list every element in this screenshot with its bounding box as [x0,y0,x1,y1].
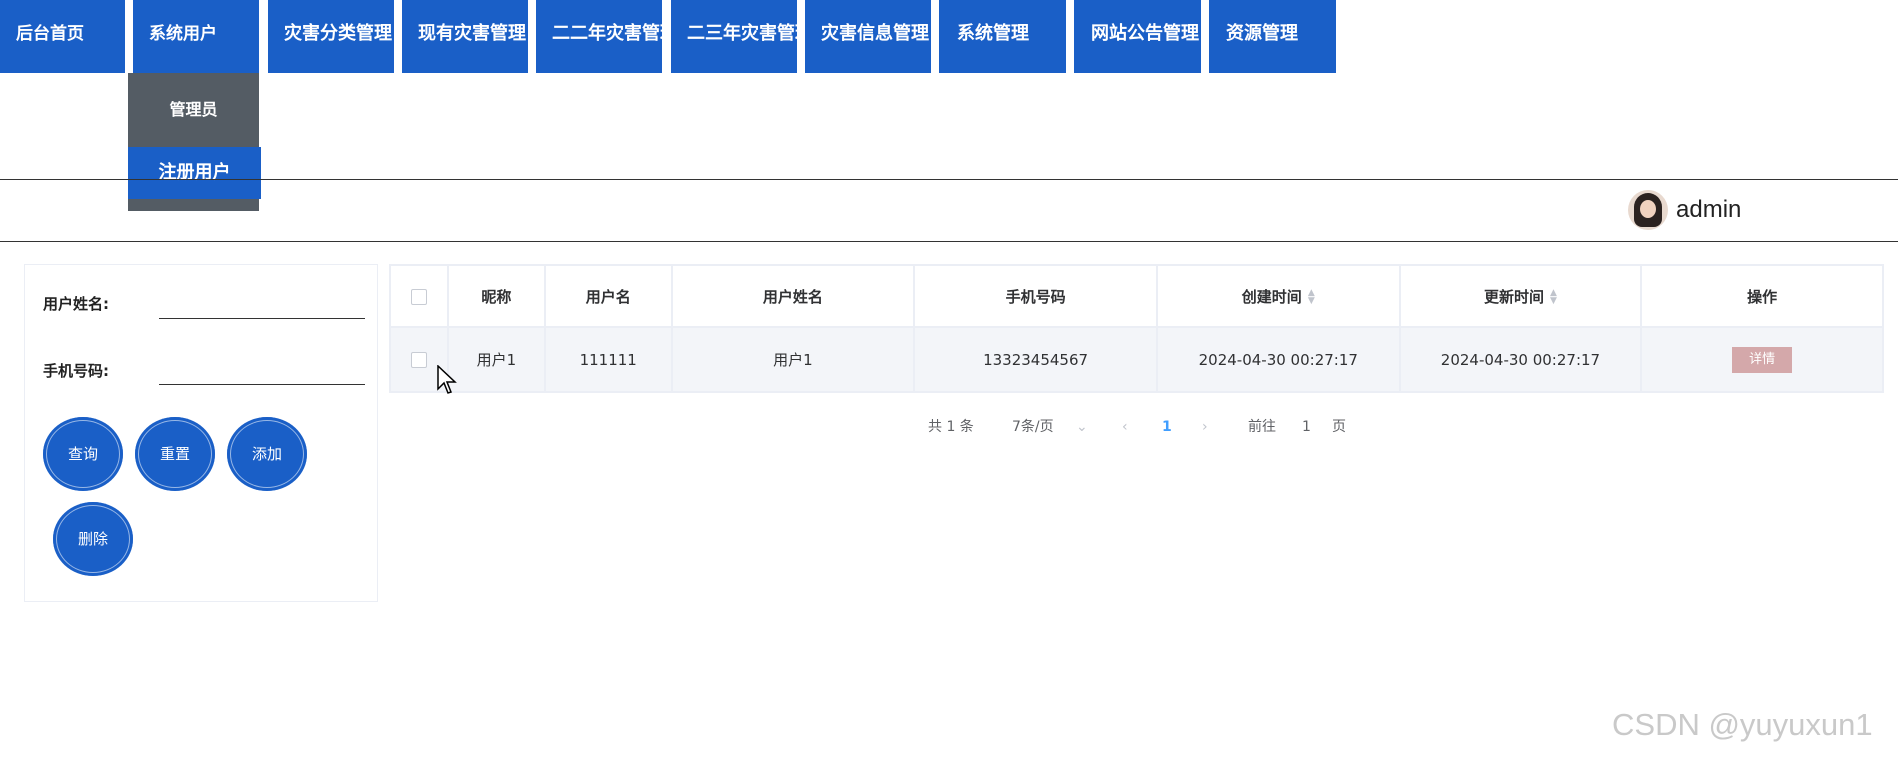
pagination-total: 共 1 条 [928,419,974,435]
dropdown-item-admin[interactable]: 管理员 [128,73,259,147]
header-bottom-divider [0,241,1898,242]
column-header-action: 操作 [1640,264,1884,328]
page-number-current[interactable]: 1 [1162,416,1172,438]
sort-caret-icon[interactable]: ▲ ▼ [1550,289,1557,306]
cell-username: 111111 [543,326,673,393]
cell-created: 2024-04-30 00:27:17 [1155,326,1401,393]
watermark: CSDN @yuyuxun1 [1612,707,1873,742]
next-page-icon[interactable]: › [1202,416,1208,438]
goto-page-input[interactable]: 1 [1302,416,1311,438]
nav-item-2023-disaster[interactable]: 二三年灾害管理 [671,0,797,73]
reset-button[interactable]: 重置 [135,417,215,491]
nav-item-system-manage[interactable]: 系统管理 [939,0,1066,73]
search-panel: 用户姓名: 手机号码: 查询 重置 添加 删除 [24,264,378,602]
add-button[interactable]: 添加 [227,417,307,491]
nav-item-resources[interactable]: 资源管理 [1209,0,1336,73]
detail-button[interactable]: 详情 [1732,346,1793,373]
chevron-down-icon[interactable]: ⌄ [1076,416,1088,438]
column-header-realname: 用户姓名 [670,264,916,328]
nav-item-announcements[interactable]: 网站公告管理 [1074,0,1201,73]
table-header-row: 昵称 用户名 用户姓名 手机号码 创建时间 ▲ ▼ 更新时间 ▲ ▼ 操作 [389,264,1884,328]
system-users-dropdown: 管理员 注册用户 [128,73,261,211]
name-search-input[interactable] [159,290,365,319]
nav-item-current-disaster[interactable]: 现有灾害管理 [402,0,528,73]
cell-action: 详情 [1640,326,1884,393]
column-header-created[interactable]: 创建时间 ▲ ▼ [1155,264,1401,328]
column-header-updated[interactable]: 更新时间 ▲ ▼ [1398,264,1643,328]
page-size-select[interactable]: 7条/页 [1012,416,1054,438]
phone-search-input[interactable] [159,356,365,385]
column-header-nickname: 昵称 [446,264,546,328]
username-label: admin [1676,196,1742,223]
row-checkbox[interactable] [410,352,427,368]
cell-nickname: 用户1 [446,326,546,393]
nav-item-disaster-info[interactable]: 灾害信息管理 [805,0,931,73]
prev-page-icon[interactable]: ‹ [1122,416,1128,438]
nav-item-home[interactable]: 后台首页 [0,0,125,73]
column-header-phone: 手机号码 [913,264,1158,328]
created-header-label: 创建时间 [1241,287,1302,306]
name-field-label: 用户姓名: [43,295,109,313]
sort-caret-icon[interactable]: ▲ ▼ [1308,289,1315,306]
table-row: 用户1 111111 用户1 13323454567 2024-04-30 00… [389,326,1884,393]
nav-item-system-users[interactable]: 系统用户 [133,0,259,73]
delete-button[interactable]: 删除 [53,502,133,576]
dropdown-item-registered-users[interactable]: 注册用户 [128,147,261,199]
user-menu[interactable]: admin [1628,188,1741,232]
cell-phone: 13323454567 [913,326,1158,393]
phone-field-label: 手机号码: [43,362,109,380]
cell-updated: 2024-04-30 00:27:17 [1398,326,1643,393]
nav-item-2022-disaster[interactable]: 二二年灾害管理 [536,0,662,73]
column-header-username: 用户名 [543,264,673,328]
nav-item-disaster-category[interactable]: 灾害分类管理 [268,0,394,73]
select-all-checkbox[interactable] [410,288,427,305]
query-button[interactable]: 查询 [43,417,123,491]
avatar[interactable] [1628,190,1668,230]
cell-realname: 用户1 [670,326,916,393]
mouse-cursor-icon [437,365,457,394]
select-all-cell [389,264,449,328]
goto-label: 前往 [1248,419,1276,435]
updated-header-label: 更新时间 [1483,287,1544,306]
header-top-divider [0,179,1898,180]
goto-suffix: 页 [1332,419,1346,435]
users-table: 昵称 用户名 用户姓名 手机号码 创建时间 ▲ ▼ 更新时间 ▲ ▼ 操作 用户1 11… [389,264,1884,393]
